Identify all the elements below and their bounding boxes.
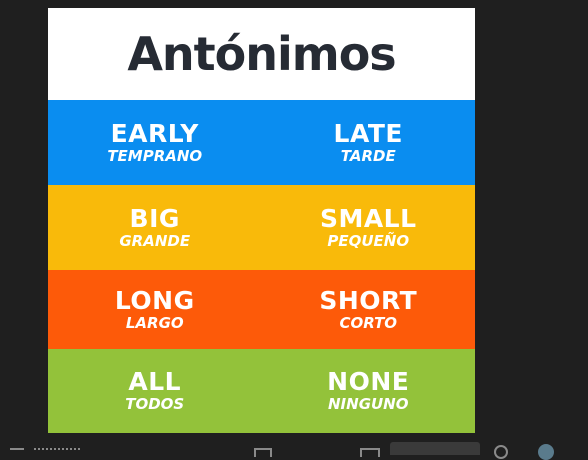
spanish-word: TODOS — [125, 395, 185, 413]
antonym-row-3: LONG LARGO SHORT CORTO — [48, 270, 475, 349]
english-word: SHORT — [319, 285, 418, 315]
english-word: LONG — [114, 285, 195, 315]
fullscreen-icon[interactable] — [254, 448, 272, 457]
word-cell-left: EARLY TEMPRANO — [48, 118, 262, 165]
spanish-word: CORTO — [339, 313, 398, 332]
taskbar — [0, 436, 588, 460]
word-cell-right: LATE TARDE — [262, 118, 476, 165]
zoom-control[interactable] — [390, 442, 480, 455]
spanish-word: LARGO — [125, 313, 184, 332]
tray-icon[interactable] — [34, 448, 80, 457]
spanish-word: TARDE — [340, 146, 396, 165]
word-cell-right: NONE NINGUNO — [262, 367, 476, 414]
menu-icon[interactable] — [10, 448, 24, 457]
word-cell-right: SMALL PEQUEÑO — [262, 203, 476, 250]
caption-icon[interactable] — [360, 448, 380, 457]
antonyms-card: Antónimos EARLY TEMPRANO LATE TARDE BIG … — [48, 8, 475, 433]
english-word: LATE — [333, 118, 403, 148]
spanish-word: TEMPRANO — [107, 146, 203, 165]
card-title: Antónimos — [127, 27, 396, 81]
word-cell-left: LONG LARGO — [48, 285, 262, 332]
english-word: EARLY — [110, 118, 199, 148]
antonym-row-4: ALL TODOS NONE NINGUNO — [48, 349, 475, 433]
avatar[interactable] — [538, 444, 554, 460]
word-cell-left: BIG GRANDE — [48, 203, 262, 250]
word-cell-right: SHORT CORTO — [262, 285, 476, 332]
word-cell-left: ALL TODOS — [48, 367, 262, 414]
english-word: BIG — [129, 203, 180, 233]
english-word: SMALL — [319, 203, 417, 233]
spanish-word: GRANDE — [119, 231, 191, 250]
english-word: ALL — [128, 367, 182, 396]
antonym-row-1: EARLY TEMPRANO LATE TARDE — [48, 100, 475, 185]
spanish-word: NINGUNO — [328, 395, 409, 413]
spanish-word: PEQUEÑO — [327, 231, 410, 250]
antonym-row-2: BIG GRANDE SMALL PEQUEÑO — [48, 185, 475, 270]
search-icon[interactable] — [494, 445, 508, 459]
english-word: NONE — [327, 367, 410, 396]
